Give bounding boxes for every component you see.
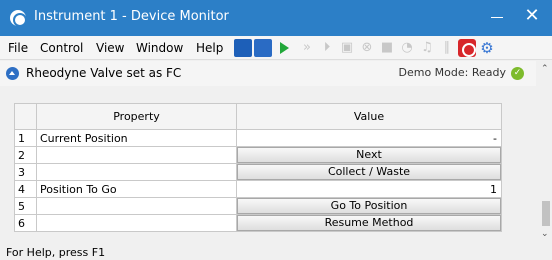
minimize-button[interactable] xyxy=(486,6,508,28)
property-cell xyxy=(36,146,237,164)
lamp-icon[interactable]: ♫ xyxy=(418,39,436,57)
row-number: 5 xyxy=(14,197,37,215)
pause-icon[interactable]: ∥ xyxy=(438,39,456,57)
resume-method-button[interactable]: Resume Method xyxy=(237,215,501,231)
scroll-up-icon[interactable]: ⌃ xyxy=(541,64,549,74)
panel-header: Rheodyne Valve set as FC Demo Mode: Read… xyxy=(0,61,536,86)
property-cell xyxy=(36,214,237,232)
panel-content: Property Value 1 Current Position - 2 Ne… xyxy=(0,86,536,243)
property-grid: Property Value 1 Current Position - 2 Ne… xyxy=(14,103,502,232)
stop-icon[interactable]: ■ xyxy=(378,39,396,57)
vertical-scrollbar[interactable]: ⌃ ⌄ xyxy=(539,61,552,243)
row-number: 3 xyxy=(14,163,37,181)
status-bar: For Help, press F1 xyxy=(0,243,552,260)
property-cell xyxy=(36,163,237,181)
row-number: 4 xyxy=(14,180,37,198)
table-row: 2 Next xyxy=(14,146,502,164)
snapshot-icon[interactable]: ▣ xyxy=(338,39,356,57)
next-button[interactable]: Next xyxy=(237,147,501,163)
menu-file[interactable]: File xyxy=(8,41,28,55)
row-number-header xyxy=(14,103,37,130)
row-number: 6 xyxy=(14,214,37,232)
pump-icon[interactable]: ◔ xyxy=(398,39,416,57)
menu-bar: File Control View Window Help » ⏵ ▣ ⊗ ■ … xyxy=(0,36,552,60)
value-header: Value xyxy=(236,103,502,130)
table-row: 1 Current Position - xyxy=(14,129,502,147)
run-icon[interactable] xyxy=(280,42,289,54)
table-row: 5 Go To Position xyxy=(14,197,502,215)
alarm-icon[interactable] xyxy=(458,39,476,57)
table-row: 4 Position To Go 1 xyxy=(14,180,502,198)
menu-help[interactable]: Help xyxy=(196,41,223,55)
abort-icon[interactable]: ⊗ xyxy=(358,39,376,57)
property-header: Property xyxy=(36,103,237,130)
property-cell: Current Position xyxy=(36,129,237,147)
status-bar-text: For Help, press F1 xyxy=(6,246,106,259)
row-number: 1 xyxy=(14,129,37,147)
sequence-icon[interactable] xyxy=(254,39,272,57)
menu-control[interactable]: Control xyxy=(40,41,83,55)
close-button[interactable]: ✕ xyxy=(520,4,544,28)
menu-window[interactable]: Window xyxy=(136,41,183,55)
go-to-position-button[interactable]: Go To Position xyxy=(237,198,501,214)
status-text: Demo Mode: Ready xyxy=(398,66,506,79)
row-number: 2 xyxy=(14,146,37,164)
step-icon[interactable]: ⏵ xyxy=(318,39,336,57)
method-icon[interactable] xyxy=(234,39,252,57)
settings-icon[interactable]: ⚙ xyxy=(478,39,496,57)
table-row: 6 Resume Method xyxy=(14,214,502,232)
property-cell: Position To Go xyxy=(36,180,237,198)
position-to-go-input[interactable]: 1 xyxy=(236,180,502,198)
title-bar: Instrument 1 - Device Monitor ✕ xyxy=(0,0,552,36)
menu-view[interactable]: View xyxy=(96,41,124,55)
collapse-icon[interactable] xyxy=(6,67,19,80)
app-icon xyxy=(10,10,27,27)
current-position-value: - xyxy=(236,129,502,147)
panel-title: Rheodyne Valve set as FC xyxy=(26,66,182,80)
fast-forward-icon[interactable]: » xyxy=(298,39,316,57)
window-title: Instrument 1 - Device Monitor xyxy=(34,9,229,24)
scroll-thumb[interactable] xyxy=(542,201,550,226)
collect-waste-button[interactable]: Collect / Waste xyxy=(237,164,501,180)
scroll-down-icon[interactable]: ⌄ xyxy=(541,229,549,239)
property-cell xyxy=(36,197,237,215)
table-row: 3 Collect / Waste xyxy=(14,163,502,181)
check-icon: ✓ xyxy=(511,67,524,80)
